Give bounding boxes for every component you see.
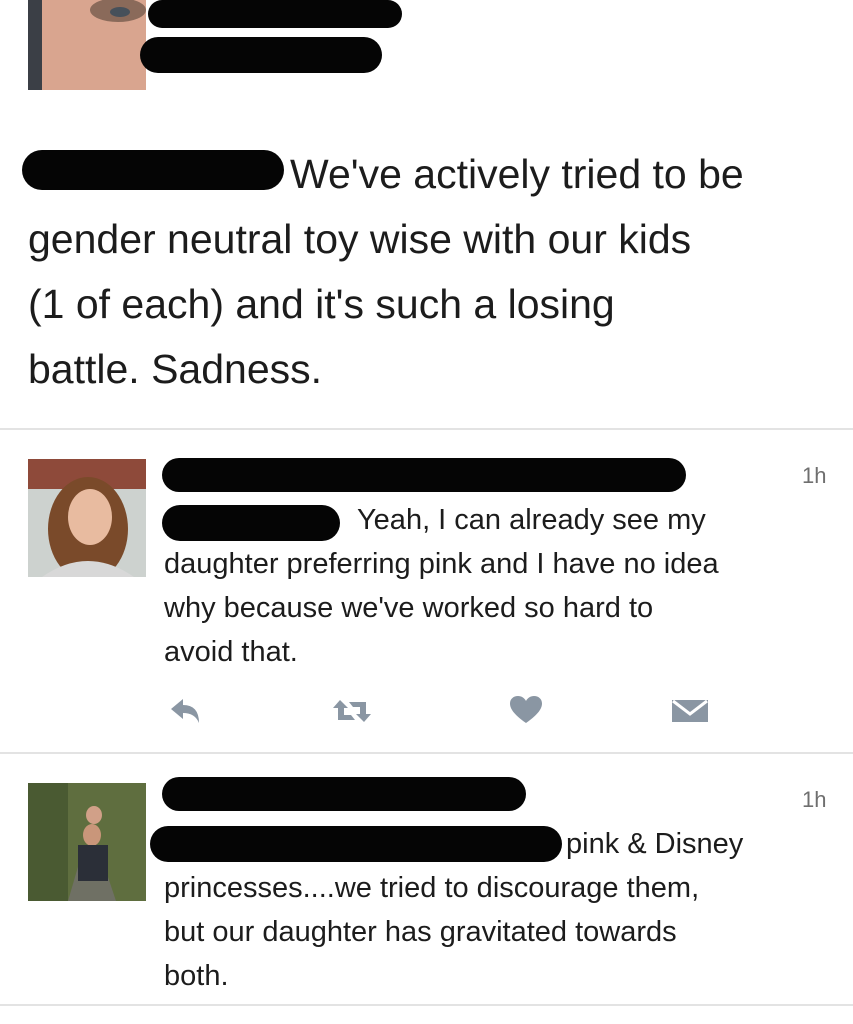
- like-icon: [510, 696, 542, 723]
- reply-icon: [171, 699, 199, 723]
- timestamp: 1h: [802, 463, 827, 488]
- like-button[interactable]: [506, 692, 546, 728]
- reply-button[interactable]: [166, 693, 206, 729]
- direct-message-button[interactable]: [668, 693, 712, 729]
- avatar[interactable]: [28, 783, 146, 901]
- tweet-text: We've actively tried to be gender neutra…: [28, 151, 744, 392]
- divider: [0, 1004, 853, 1006]
- divider: [0, 752, 853, 754]
- redacted-name: [148, 0, 402, 28]
- redacted-name: [162, 777, 526, 811]
- timestamp: 1h: [802, 787, 827, 812]
- reply-text: pink & Disney princesses....we tried to …: [164, 828, 744, 992]
- avatar[interactable]: [28, 459, 146, 577]
- redacted-name: [162, 458, 686, 492]
- avatar[interactable]: [28, 0, 146, 90]
- divider: [0, 428, 853, 430]
- retweet-icon: [333, 700, 371, 722]
- direct-message-icon: [672, 699, 708, 722]
- reply-text: Yeah, I can already see my daughter pref…: [164, 504, 719, 668]
- retweet-button[interactable]: [330, 693, 374, 729]
- redacted-handle: [140, 37, 382, 73]
